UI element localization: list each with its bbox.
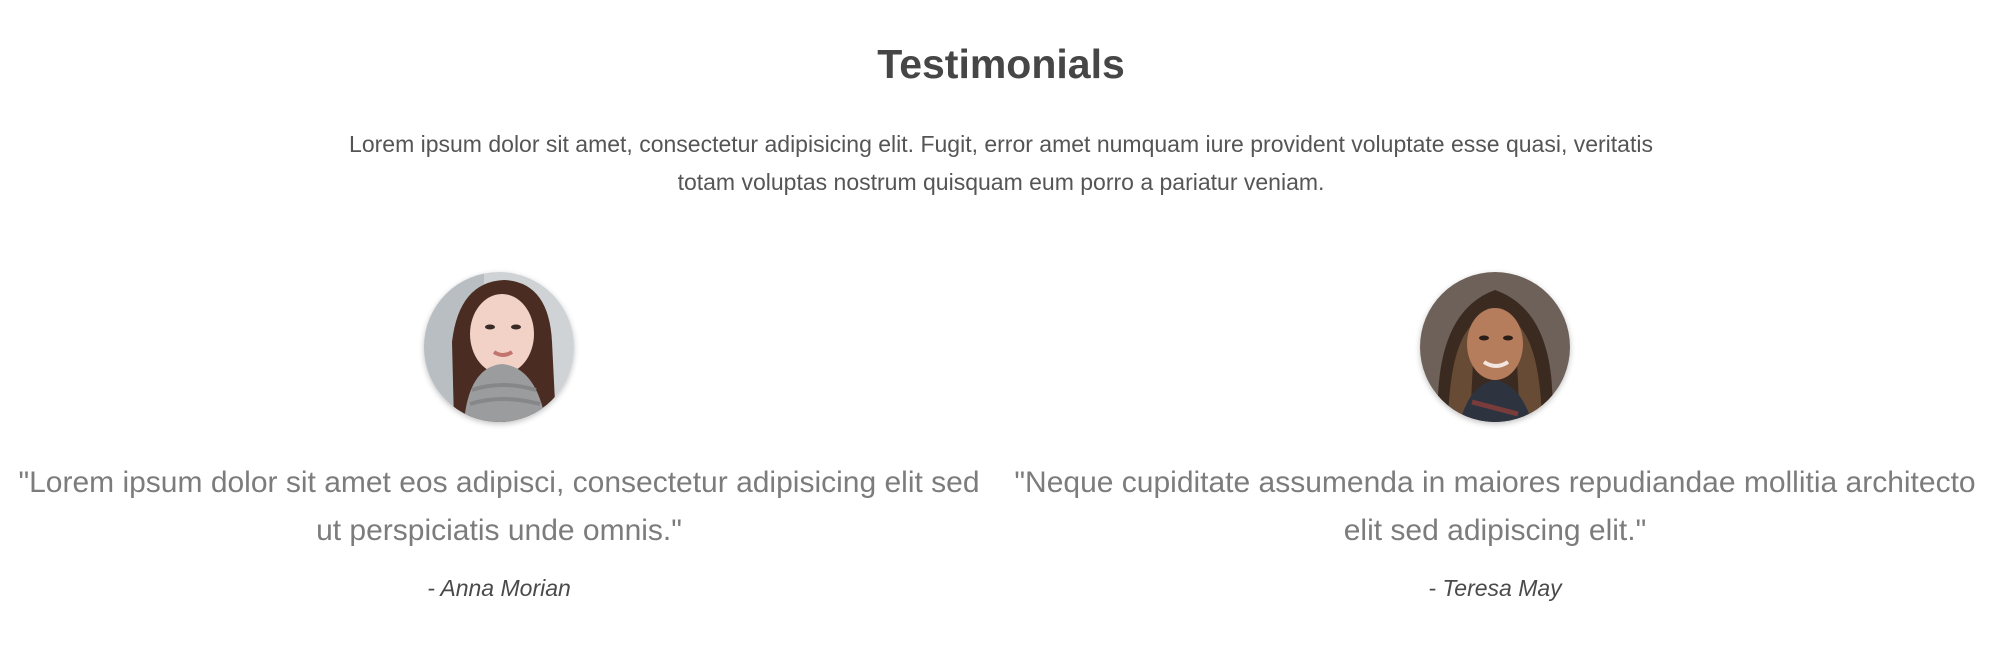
testimonial-card: "Neque cupiditate assumenda in maiores r…	[1000, 272, 1990, 602]
testimonial-author: - Teresa May	[1428, 575, 1562, 601]
testimonial-quote: "Neque cupiditate assumenda in maiores r…	[1014, 466, 1976, 547]
avatar	[424, 272, 574, 422]
testimonial-card: "Lorem ipsum dolor sit amet eos adipisci…	[4, 272, 994, 602]
avatar-photo-icon	[1420, 272, 1570, 422]
testimonial-quote: "Lorem ipsum dolor sit amet eos adipisci…	[18, 466, 980, 547]
section-title: Testimonials	[877, 41, 1125, 87]
testimonial-author: - Anna Morian	[427, 575, 571, 601]
testimonials-section: Testimonials Lorem ipsum dolor sit amet,…	[0, 0, 2002, 658]
avatar-photo-icon	[424, 272, 574, 422]
section-intro: Lorem ipsum dolor sit amet, consectetur …	[349, 131, 1653, 195]
avatar	[1420, 272, 1570, 422]
